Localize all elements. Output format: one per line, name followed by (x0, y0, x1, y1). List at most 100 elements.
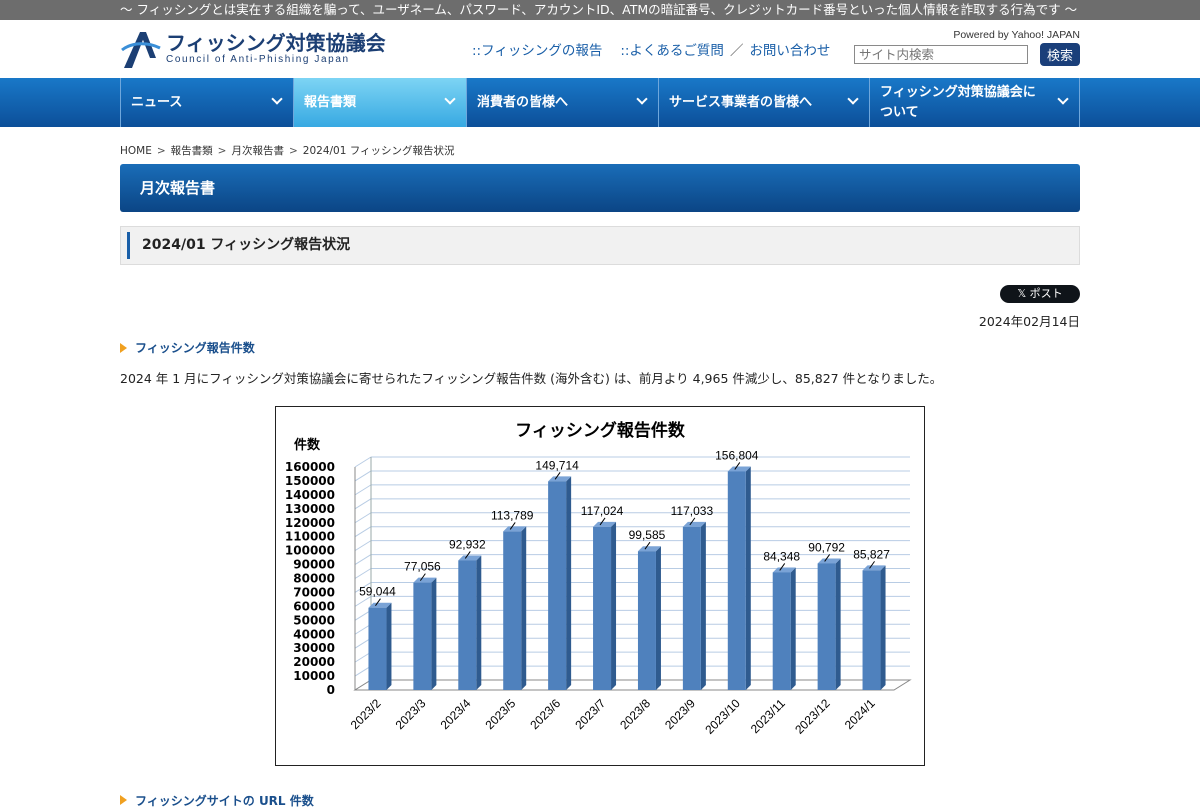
y-tick-label: 90000 (293, 558, 335, 572)
section-heading-2: フィッシングサイトの URL 件数 (120, 792, 314, 809)
data-label: 99,585 (629, 528, 666, 542)
nav-item-label: サービス事業者の皆様へ (669, 94, 813, 110)
page-title: 月次報告書 (120, 164, 1080, 212)
bar-side (611, 521, 617, 690)
search-button[interactable]: 検索 (1040, 43, 1080, 66)
bar (637, 551, 656, 690)
chevron-down-icon (444, 93, 456, 105)
link-separator: ／ (729, 43, 744, 59)
nav-item-about[interactable]: フィッシング対策協議会について (870, 78, 1080, 127)
report-phishing-link[interactable]: ::フィッシングの報告 (472, 43, 602, 59)
breadcrumb-reports[interactable]: 報告書類 (171, 145, 213, 157)
y-axis-label: 件数 (294, 437, 321, 453)
data-label: 84,348 (763, 549, 800, 563)
bar (413, 582, 432, 690)
contact-link[interactable]: お問い合わせ (749, 43, 830, 59)
breadcrumb-separator: > (288, 145, 298, 157)
breadcrumb-monthly[interactable]: 月次報告書 (231, 145, 284, 157)
section-heading: フィッシング報告件数 (120, 340, 1080, 356)
nav-item-label: 報告書類 (304, 94, 357, 110)
x-post-button[interactable]: 𝕏 ポスト (1000, 285, 1080, 303)
gridline-side (354, 456, 372, 468)
bar-side (790, 567, 796, 690)
bar-side (655, 546, 661, 690)
data-label: 113,789 (491, 508, 534, 522)
x-tick-label: 2023/12 (792, 696, 833, 737)
bar (458, 560, 477, 690)
nav-item-service-providers[interactable]: サービス事業者の皆様へ (659, 78, 870, 127)
x-tick-label: 2023/6 (527, 696, 563, 732)
nav-item-news[interactable]: ニュース (121, 78, 294, 127)
chevron-down-icon (636, 93, 648, 105)
breadcrumb-separator: > (217, 145, 227, 157)
y-tick-label: 140000 (285, 488, 335, 502)
data-label: 77,056 (404, 560, 441, 574)
bar-side (700, 521, 706, 690)
bar-side (835, 558, 841, 690)
breadcrumb: HOME > 報告書類 > 月次報告書 >2024/01 フィッシング報告状況 (120, 143, 1080, 157)
chevron-down-icon (847, 93, 859, 105)
gridline-side (354, 470, 372, 482)
data-label: 85,827 (853, 547, 890, 561)
site-logo[interactable]: フィッシング対策協議会 Council of Anti-Phishing Jap… (120, 28, 386, 70)
y-tick-label: 110000 (285, 530, 335, 544)
bar (772, 572, 791, 690)
x-tick-label: 2023/10 (702, 696, 743, 737)
nav-item-label: ニュース (131, 94, 183, 110)
bar-side (521, 526, 527, 690)
publish-date: 2024年02月14日 (978, 314, 1080, 329)
x-tick-label: 2023/11 (748, 696, 788, 736)
breadcrumb-current: 2024/01 フィッシング報告状況 (302, 145, 455, 157)
data-label: 59,044 (359, 585, 396, 599)
powered-by-text: Powered by Yahoo! JAPAN (953, 29, 1080, 41)
gridline-side (354, 554, 372, 565)
x-tick-label: 2023/7 (572, 696, 608, 732)
gridline-side (354, 568, 372, 579)
y-tick-label: 100000 (285, 544, 335, 558)
y-tick-label: 160000 (285, 460, 335, 474)
data-label: 156,804 (715, 448, 759, 462)
nav-item-consumers[interactable]: 消費者の皆様へ (467, 78, 659, 127)
bar (817, 563, 836, 690)
y-tick-label: 10000 (293, 669, 335, 683)
breadcrumb-home[interactable]: HOME (120, 145, 152, 157)
y-tick-label: 40000 (293, 627, 335, 641)
chevron-down-icon (271, 93, 283, 105)
y-tick-label: 150000 (285, 474, 335, 488)
logo-subtitle: Council of Anti-Phishing Japan (166, 54, 350, 65)
y-tick-label: 60000 (293, 599, 335, 613)
bar-chart-svg: フィッシング報告件数 件数 01000020000300004000050000… (285, 420, 912, 737)
gridline-side (354, 526, 372, 538)
bar (503, 531, 522, 690)
bar (368, 607, 387, 690)
x-tick-label: 2023/5 (482, 696, 518, 732)
data-label: 117,024 (581, 504, 624, 518)
gridline-side (354, 498, 372, 510)
nav-item-label: 消費者の皆様へ (477, 94, 569, 110)
x-tick-label: 2023/3 (393, 696, 429, 732)
faq-link[interactable]: ::よくあるご質問 (620, 43, 724, 59)
x-tick-label: 2023/9 (662, 696, 698, 732)
site-search: 検索 (854, 43, 1080, 66)
bar (548, 481, 567, 690)
nav-item-reports[interactable]: 報告書類 (294, 78, 467, 127)
search-input[interactable] (854, 45, 1028, 64)
y-tick-label: 50000 (293, 613, 335, 627)
x-tick-label: 2024/1 (842, 696, 878, 732)
y-tick-label: 30000 (293, 641, 335, 655)
header-links: ::フィッシングの報告::よくあるご質問 ／ お問い合わせ (472, 39, 848, 59)
bar (682, 526, 701, 690)
site-header: フィッシング対策協議会 Council of Anti-Phishing Jap… (120, 20, 1080, 78)
y-tick-label: 20000 (293, 655, 335, 669)
logo-mark-icon (121, 32, 161, 68)
bar-side (386, 602, 392, 690)
y-tick-label: 130000 (285, 502, 335, 516)
gridline-side (354, 484, 372, 496)
bar-side (745, 466, 751, 690)
chevron-down-icon (1057, 93, 1069, 105)
y-tick-label: 70000 (293, 585, 335, 599)
data-label: 149,714 (535, 458, 579, 472)
bar (862, 570, 881, 690)
bar-side (476, 555, 482, 690)
gridline-side (354, 512, 372, 524)
